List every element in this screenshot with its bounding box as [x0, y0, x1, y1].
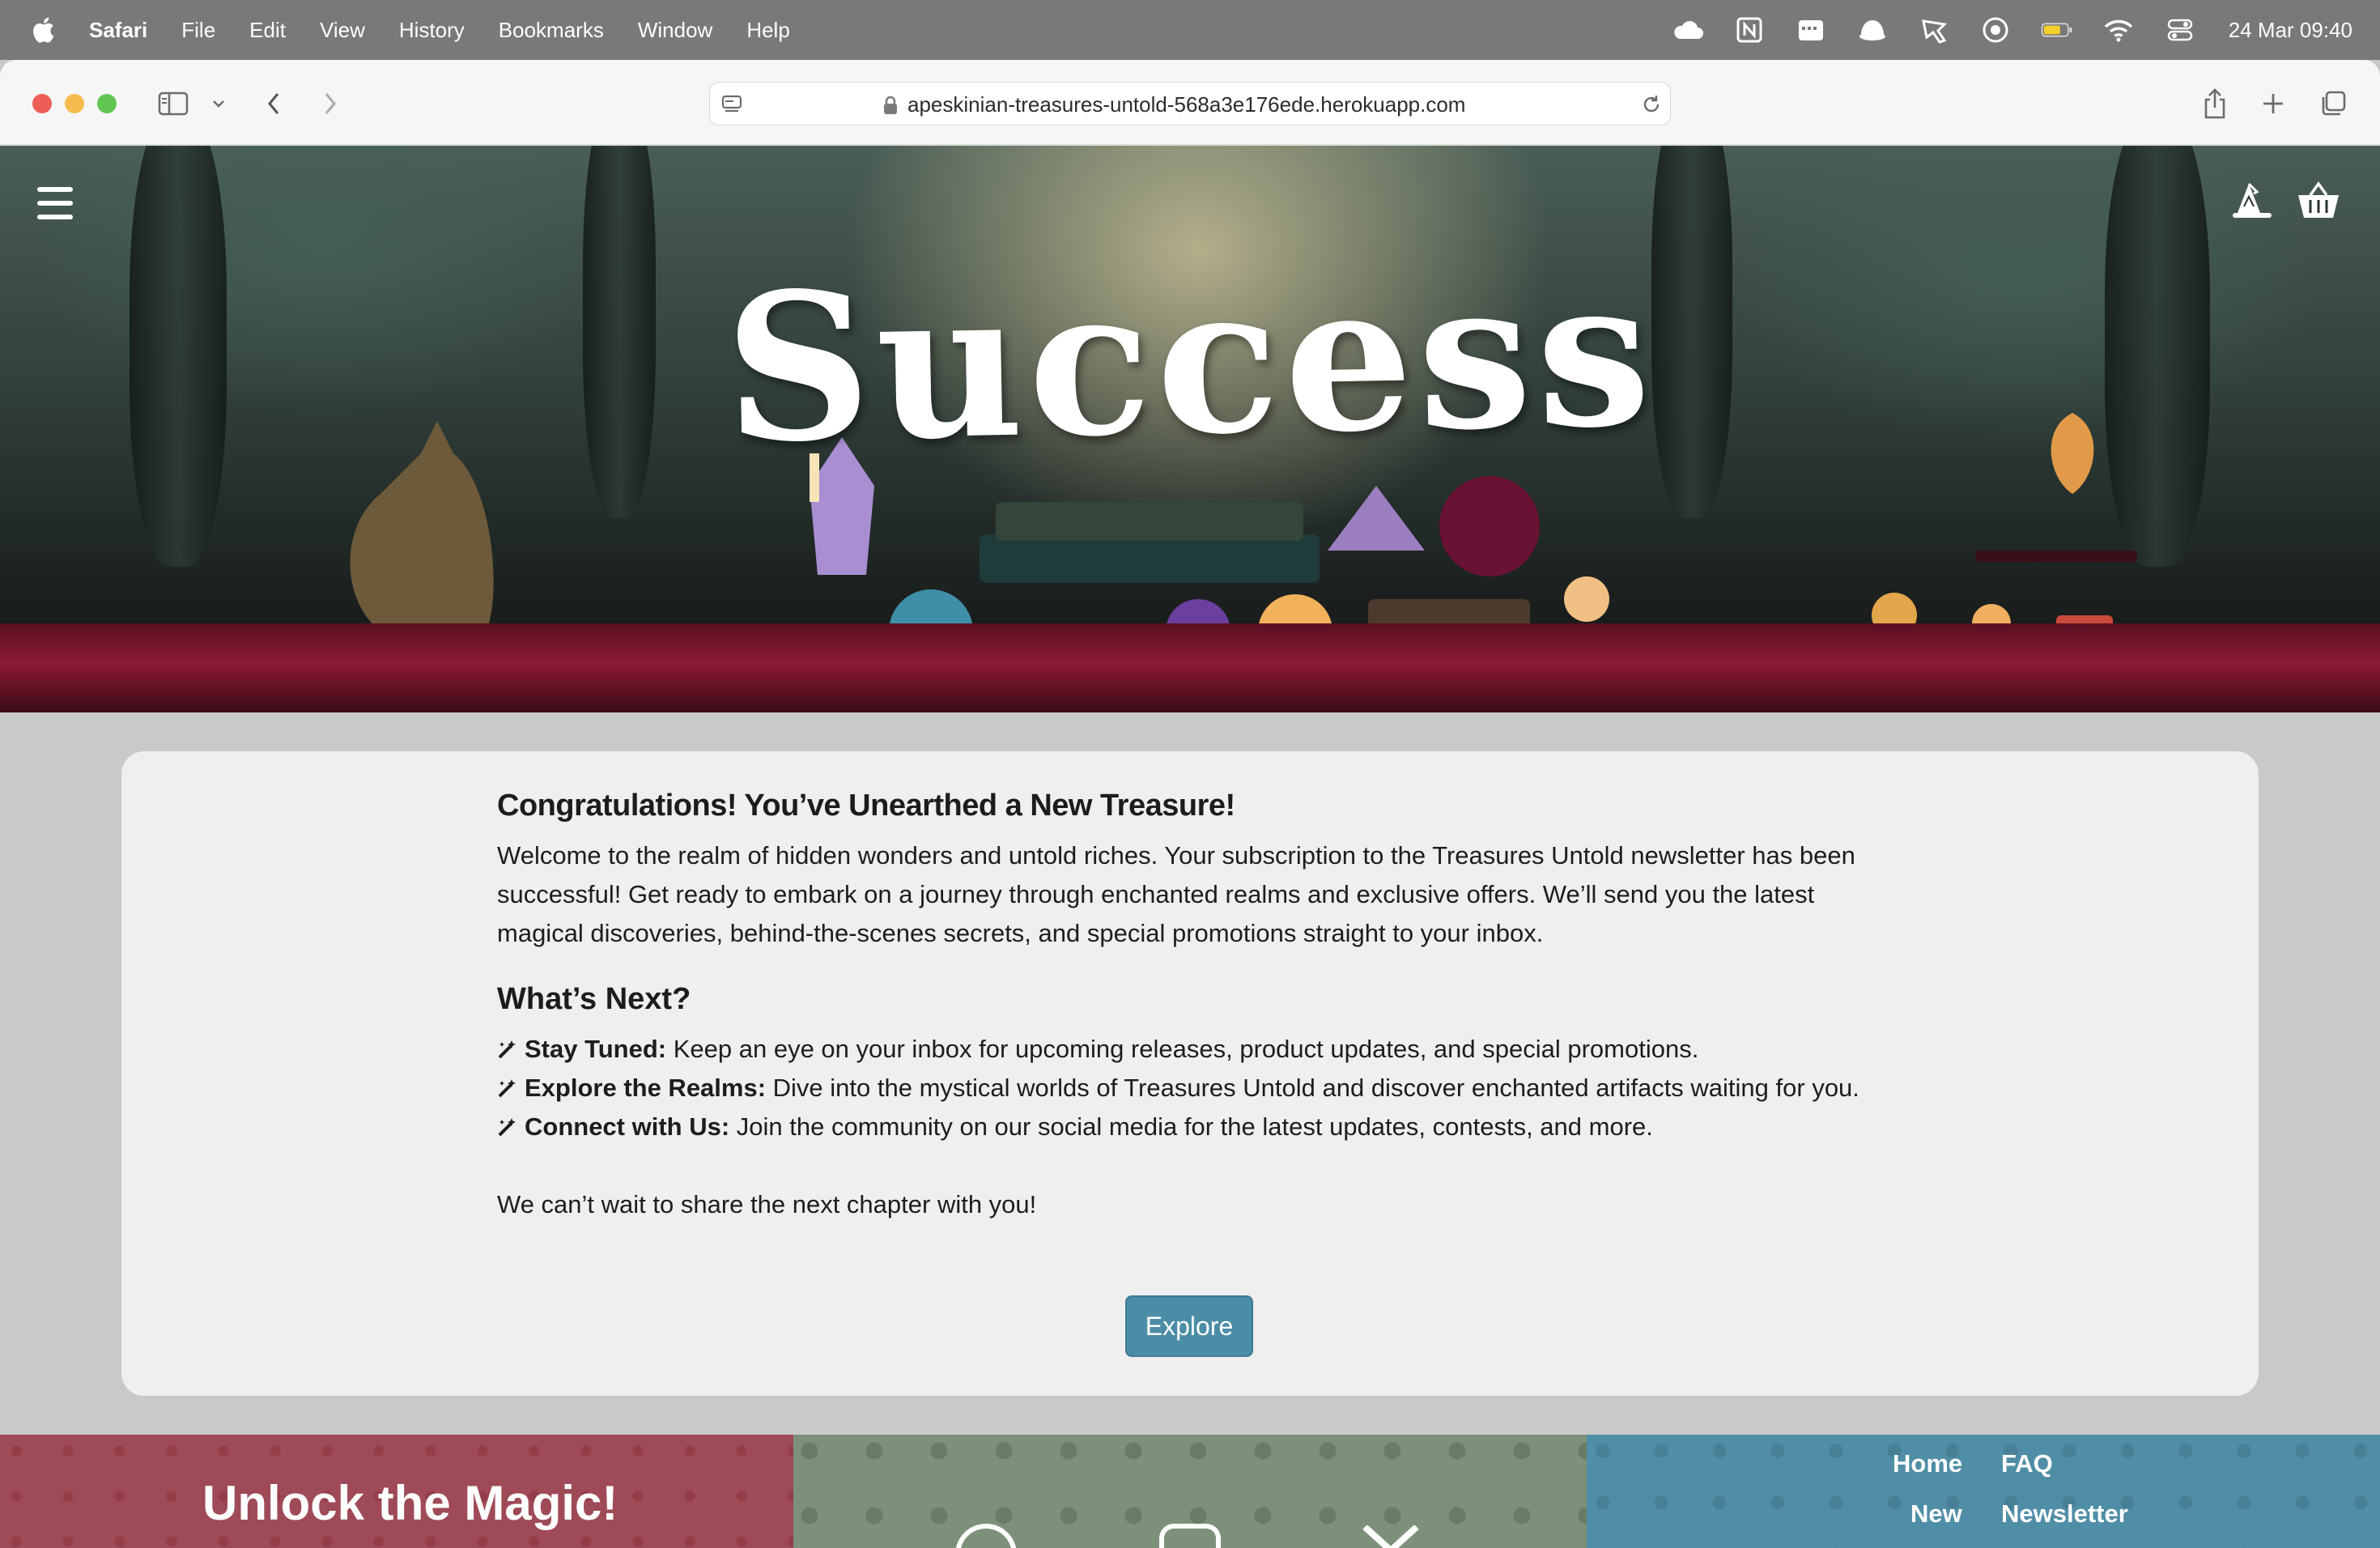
- reload-icon[interactable]: [1639, 92, 1664, 117]
- macos-menu-bar: Safari File Edit View History Bookmarks …: [0, 0, 2380, 60]
- address-bar[interactable]: apeskinian-treasures-untold-568a3e176ede…: [709, 82, 1671, 125]
- list-item: Explore the Realms: Dive into the mystic…: [497, 1069, 1873, 1108]
- footer-social-panel: [793, 1435, 1587, 1548]
- tab-overview-icon[interactable]: [2317, 87, 2349, 120]
- list-item: Connect with Us: Join the community on o…: [497, 1108, 1873, 1146]
- menu-clock[interactable]: 24 Mar 09:40: [2229, 18, 2352, 43]
- battery-icon[interactable]: [2041, 14, 2073, 46]
- lock-icon: [880, 94, 901, 117]
- url-text[interactable]: apeskinian-treasures-untold-568a3e176ede…: [907, 92, 1465, 117]
- menu-app-name[interactable]: Safari: [89, 18, 147, 43]
- hero-title: Success: [722, 232, 1658, 488]
- menu-view[interactable]: View: [320, 18, 365, 43]
- list-item-text: Dive into the mystical worlds of Treasur…: [766, 1074, 1859, 1102]
- menu-help[interactable]: Help: [746, 18, 789, 43]
- menu-bookmarks[interactable]: Bookmarks: [499, 18, 604, 43]
- footer-tagline: Unlock the Magic!: [202, 1476, 618, 1530]
- forward-icon[interactable]: [316, 87, 345, 120]
- magic-wand-icon: [497, 1071, 518, 1098]
- list-item: Stay Tuned: Keep an eye on your inbox fo…: [497, 1030, 1873, 1069]
- wizard-hat-icon[interactable]: [2228, 176, 2276, 225]
- page-settings-icon[interactable]: [720, 93, 744, 116]
- new-tab-icon[interactable]: [2257, 87, 2289, 120]
- chevron-down-icon[interactable]: [209, 94, 228, 113]
- menu-history[interactable]: History: [399, 18, 465, 43]
- magic-wand-icon: [497, 1110, 518, 1137]
- success-card: Congratulations! You’ve Unearthed a New …: [121, 751, 2259, 1396]
- close-window-button[interactable]: [32, 94, 52, 113]
- facebook-icon[interactable]: [955, 1524, 1017, 1548]
- sidebar-icon[interactable]: [157, 89, 189, 118]
- menu-window[interactable]: Window: [638, 18, 712, 43]
- record-icon[interactable]: [1979, 14, 2012, 46]
- success-content: Congratulations! You’ve Unearthed a New …: [497, 789, 1873, 1224]
- x-twitter-icon[interactable]: [1360, 1525, 1422, 1548]
- hat-icon[interactable]: [1856, 14, 1889, 46]
- hamburger-menu-icon[interactable]: [37, 187, 73, 219]
- footer-link-home[interactable]: Home: [1893, 1449, 1962, 1478]
- basket-icon[interactable]: [2294, 176, 2343, 225]
- footer-link-faq[interactable]: FAQ: [2001, 1449, 2053, 1478]
- closing-text: We can’t wait to share the next chapter …: [497, 1190, 1037, 1218]
- list-item-title: Explore the Realms:: [525, 1074, 767, 1102]
- wifi-icon[interactable]: [2102, 14, 2135, 46]
- control-center-icon[interactable]: [2164, 14, 2196, 46]
- cursor-app-icon[interactable]: [1918, 14, 1950, 46]
- notion-icon[interactable]: [1733, 14, 1766, 46]
- back-icon[interactable]: [259, 87, 288, 120]
- menu-file[interactable]: File: [181, 18, 215, 43]
- intro-paragraph: Welcome to the realm of hidden wonders a…: [497, 841, 1855, 947]
- magic-wand-icon: [497, 1032, 518, 1059]
- footer-link-new[interactable]: New: [1910, 1499, 1962, 1529]
- apple-icon[interactable]: [31, 16, 58, 44]
- share-icon[interactable]: [2199, 86, 2231, 121]
- list-item-text: Keep an eye on your inbox for upcoming r…: [666, 1035, 1699, 1063]
- hero-table-surface: [0, 623, 2380, 712]
- footer-tagline-panel: Unlock the Magic!: [0, 1435, 793, 1548]
- whats-next-heading: What’s Next?: [497, 982, 691, 1016]
- footer-link-newsletter[interactable]: Newsletter: [2001, 1499, 2128, 1529]
- list-item-text: Join the community on our social media f…: [729, 1112, 1653, 1141]
- hero-banner: Success: [0, 146, 2380, 712]
- instagram-icon[interactable]: [1159, 1524, 1221, 1548]
- zoom-window-button[interactable]: [97, 94, 117, 113]
- menu-edit[interactable]: Edit: [249, 18, 286, 43]
- footer-links-panel: Home FAQ New Newsletter: [1587, 1435, 2380, 1548]
- list-item-title: Connect with Us:: [525, 1112, 730, 1141]
- minimize-window-button[interactable]: [65, 94, 84, 113]
- list-item-title: Stay Tuned:: [525, 1035, 667, 1063]
- cloud-icon[interactable]: [1672, 14, 1704, 46]
- explore-button[interactable]: Explore: [1125, 1295, 1253, 1357]
- congratulations-heading: Congratulations! You’ve Unearthed a New …: [497, 789, 1235, 823]
- calendar-icon[interactable]: [1795, 14, 1827, 46]
